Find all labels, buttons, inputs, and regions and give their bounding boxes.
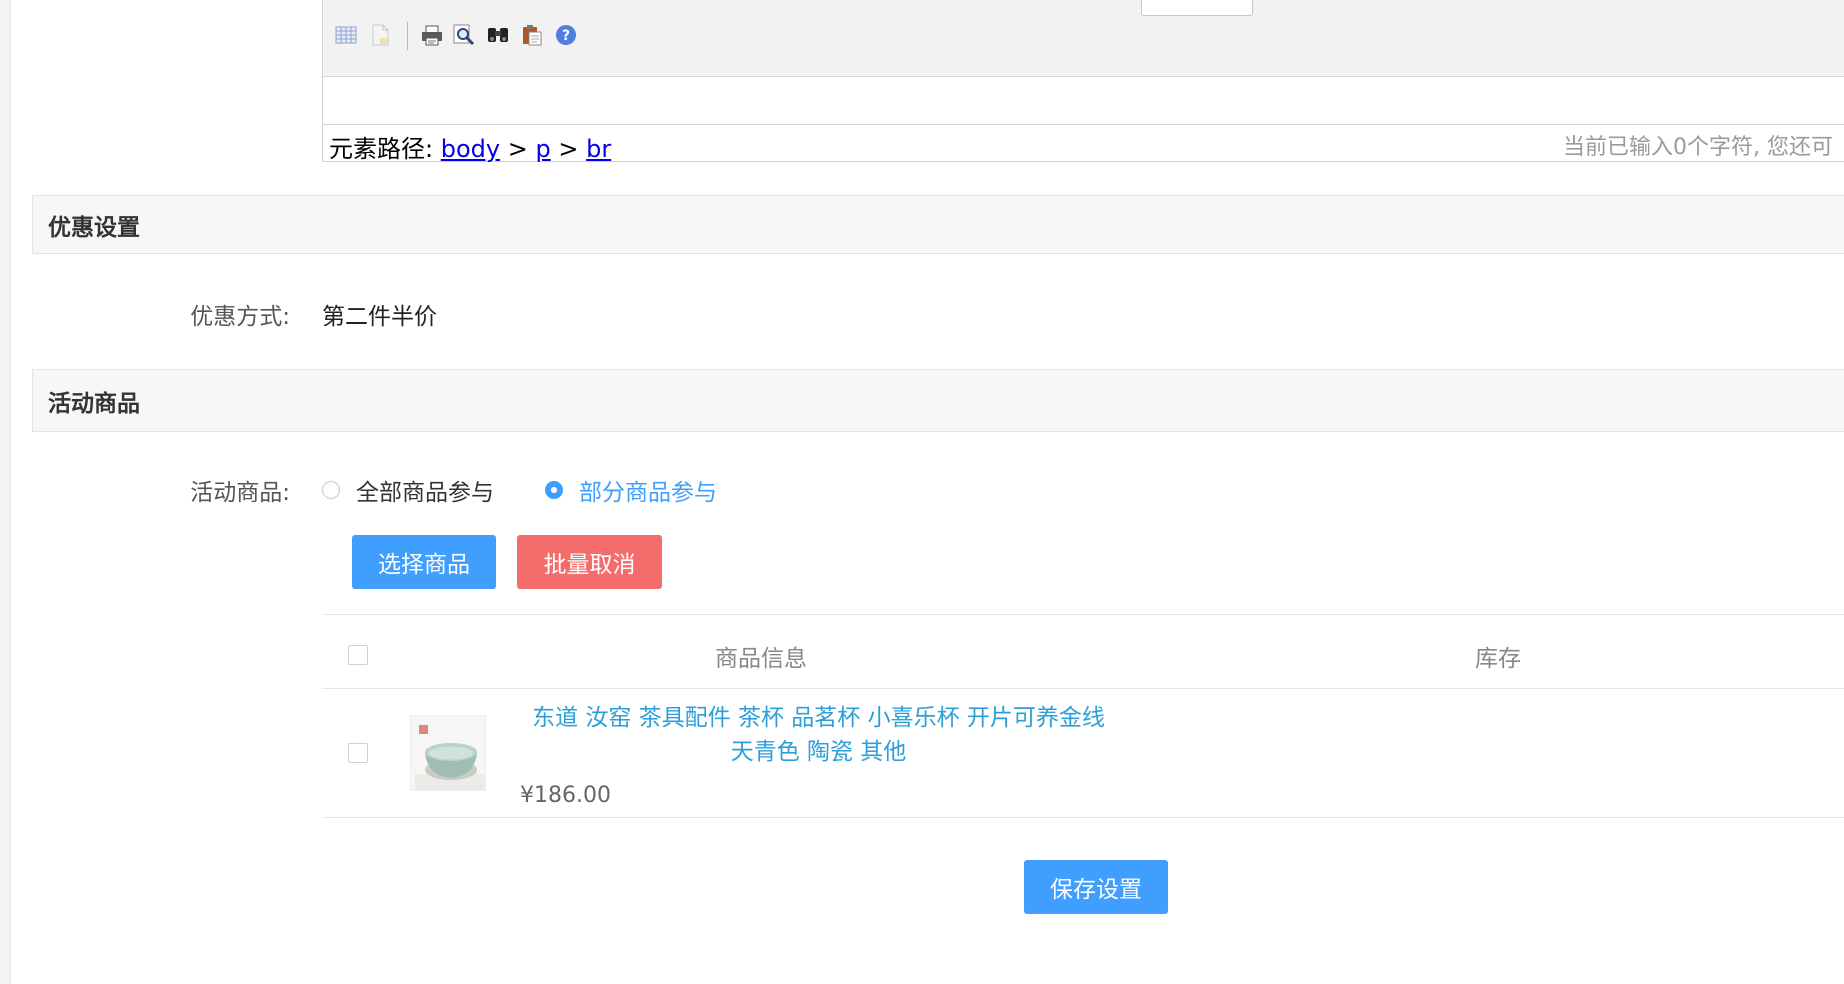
toolbar-dropdown[interactable] [1141,0,1253,16]
paste-icon[interactable] [519,22,545,48]
discount-section-header: 优惠设置 [32,195,1844,254]
products-table: 商品信息 库存 东道 汝窑 茶具配件 茶杯 品茗杯 小喜乐杯 开片可养金线 天青… [322,614,1844,818]
path-item-body[interactable]: body [441,135,500,163]
product-name-line1: 东道 汝窑 茶具配件 茶杯 品茗杯 小喜乐杯 开片可养金线 [532,705,1105,731]
path-separator: > [558,135,579,163]
select-all-checkbox[interactable] [348,645,368,665]
radio-partial-products-label: 部分商品参与 [579,480,717,506]
char-count: 当前已输入0个字符, 您还可 [1563,135,1833,160]
radio-partial-products[interactable]: 部分商品参与 [545,473,717,507]
table-row: 东道 汝窑 茶具配件 茶杯 品茗杯 小喜乐杯 开片可养金线 天青色 陶瓷 其他 … [322,689,1844,818]
editor-content-area[interactable] [323,77,1844,123]
select-products-button[interactable]: 选择商品 [352,535,496,589]
editor-toolbar: ? [323,0,1844,77]
element-path-label: 元素路径: [329,135,434,163]
product-price: ¥186.00 [520,783,611,808]
radio-dot-unchecked[interactable] [322,481,340,499]
product-name-line2: 天青色 陶瓷 其他 [730,739,907,765]
path-item-p[interactable]: p [535,135,550,163]
toolbar-separator [407,22,408,50]
print-icon[interactable] [419,22,445,48]
svg-text:?: ? [562,28,570,44]
radio-all-products-label: 全部商品参与 [356,480,494,506]
path-separator: > [507,135,528,163]
table-header: 商品信息 库存 [322,615,1844,689]
products-scope-label: 活动商品: [190,480,290,506]
products-section-header: 活动商品 [32,369,1844,432]
row-checkbox[interactable] [348,743,368,763]
editor-status-bar: 元素路径: body > p > br 当前已输入0个字符, 您还可 [323,124,1844,164]
product-thumbnail[interactable] [410,715,486,791]
radio-all-products[interactable]: 全部商品参与 [322,473,494,507]
save-settings-button[interactable]: 保存设置 [1024,860,1168,914]
rich-text-editor: ? 元素路径: body > p > br 当前已输入0个字符, 您还可 [322,0,1844,164]
find-icon[interactable] [485,22,511,48]
help-icon[interactable]: ? [553,22,579,48]
header-stock: 库存 [1475,646,1521,672]
header-product-info: 商品信息 [715,646,807,672]
table-icon[interactable] [333,22,359,48]
batch-cancel-button[interactable]: 批量取消 [517,535,662,589]
preview-icon[interactable] [451,22,477,48]
discount-method-value: 第二件半价 [322,304,437,330]
discount-method-label: 优惠方式: [190,304,290,330]
discount-section-title: 优惠设置 [48,214,140,241]
radio-dot-checked[interactable] [545,481,563,499]
page-icon[interactable] [367,22,393,48]
path-item-br[interactable]: br [586,135,611,163]
left-rail [0,0,11,984]
products-section-title: 活动商品 [48,390,140,417]
element-path: 元素路径: body > p > br [329,129,611,164]
product-name-link[interactable]: 东道 汝窑 茶具配件 茶杯 品茗杯 小喜乐杯 开片可养金线 天青色 陶瓷 其他 [516,701,1121,769]
